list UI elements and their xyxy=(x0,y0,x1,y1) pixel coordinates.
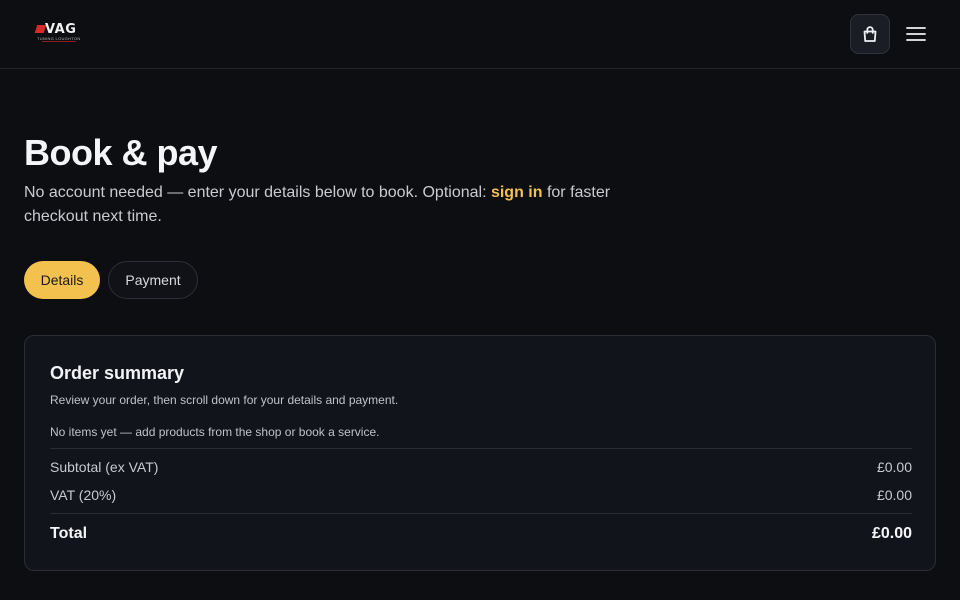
divider xyxy=(50,448,912,449)
order-summary-title: Order summary xyxy=(50,363,185,383)
tab-payment[interactable]: Payment xyxy=(108,261,198,299)
vat-row: VAT (20%) £0.00 xyxy=(50,487,912,503)
subtotal-label: Subtotal (ex VAT) xyxy=(50,459,159,475)
hamburger-menu-icon xyxy=(906,27,926,41)
sign-in-link[interactable]: sign in xyxy=(491,184,543,201)
total-row: Total £0.00 xyxy=(50,525,912,543)
menu-button[interactable] xyxy=(898,14,934,54)
total-value: £0.00 xyxy=(871,525,912,542)
site-logo[interactable]: VAG TUNING LOUGHTON xyxy=(34,22,80,44)
page-subtitle: No account needed — enter your details b… xyxy=(24,181,664,229)
tab-details[interactable]: Details xyxy=(24,261,100,299)
order-summary-card: Order summary Review your order, then sc… xyxy=(24,335,936,571)
order-summary-hint: Review your order, then scroll down for … xyxy=(50,393,399,407)
vat-label: VAT (20%) xyxy=(50,487,117,503)
top-navigation-bar: VAG TUNING LOUGHTON xyxy=(0,0,960,69)
subtitle-text: No account needed — enter your details b… xyxy=(24,184,491,201)
shopping-bag-icon xyxy=(863,26,877,42)
page-title: Book & pay xyxy=(24,132,218,173)
cart-button[interactable] xyxy=(850,14,890,54)
divider xyxy=(50,513,912,514)
subtotal-value: £0.00 xyxy=(876,459,912,475)
total-label: Total xyxy=(50,525,88,542)
subtotal-row: Subtotal (ex VAT) £0.00 xyxy=(50,459,912,475)
logo-underline xyxy=(42,41,76,42)
empty-cart-message: No items yet — add products from the sho… xyxy=(50,425,380,439)
vat-value: £0.00 xyxy=(876,487,912,503)
logo-text: VAG xyxy=(45,22,77,37)
